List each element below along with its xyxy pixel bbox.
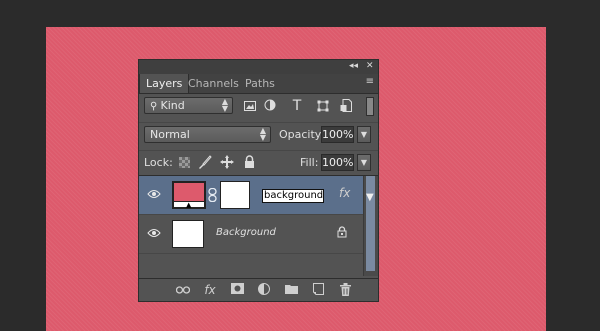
chevron-down-icon[interactable]: ▼: [366, 192, 374, 203]
fill-slider-button[interactable]: ▼: [357, 154, 371, 171]
layer-row-background[interactable]: Background: [139, 215, 364, 254]
layer-row-background-editing[interactable]: ▲ background fx: [139, 176, 364, 215]
panel-tabs: Layers Channels Paths ≡: [139, 74, 378, 94]
link-layers-icon[interactable]: [175, 283, 191, 297]
filter-kind-dropdown[interactable]: ⚲ Kind ▲ ▼: [144, 97, 233, 114]
adjustment-layer-icon[interactable]: [257, 283, 271, 297]
shape-filter-icon[interactable]: [316, 100, 330, 114]
tab-channels[interactable]: Channels: [182, 74, 245, 93]
search-icon: ⚲: [150, 101, 161, 112]
image-filter-icon[interactable]: [243, 100, 257, 114]
filter-kind-label: Kind: [160, 99, 185, 112]
chevron-updown-icon: ▲ ▼: [259, 126, 266, 142]
lock-row: Lock: Fill: 100% ▼: [139, 150, 378, 176]
opacity-slider-button[interactable]: ▼: [357, 126, 371, 143]
new-layer-icon[interactable]: [311, 283, 325, 297]
filter-row: ⚲ Kind ▲ ▼ T: [139, 94, 378, 120]
tab-paths[interactable]: Paths: [239, 74, 281, 93]
adjustment-filter-icon[interactable]: [263, 99, 277, 113]
delete-icon[interactable]: [338, 283, 352, 297]
eye-icon[interactable]: [147, 189, 161, 199]
blend-mode-dropdown[interactable]: Normal ▲ ▼: [144, 126, 271, 143]
layers-panel: ◂◂ ✕ Layers Channels Paths ≡ ⚲ Kind ▲ ▼ T…: [138, 59, 379, 302]
fill-input[interactable]: 100%: [321, 154, 354, 171]
collapse-panel-icon[interactable]: ◂◂: [349, 61, 358, 71]
layers-scrollbar[interactable]: ▼: [363, 176, 378, 276]
panel-title-bar: ◂◂ ✕: [139, 60, 378, 75]
scrollbar-thumb[interactable]: [366, 176, 375, 271]
layer-name-input[interactable]: background: [262, 189, 324, 203]
fill-label: Fill:: [300, 156, 319, 169]
new-group-icon[interactable]: [284, 283, 298, 297]
panel-menu-icon[interactable]: ≡: [366, 76, 374, 87]
opacity-input[interactable]: 100%: [321, 126, 354, 143]
lock-all-icon[interactable]: [244, 155, 255, 172]
fx-icon[interactable]: fx: [339, 186, 350, 200]
chevron-updown-icon: ▲ ▼: [221, 97, 228, 113]
fx-icon[interactable]: fx: [203, 283, 217, 297]
lock-icon: [337, 226, 349, 238]
layer-thumbnail[interactable]: [172, 220, 204, 248]
filter-toggle-icon[interactable]: [366, 97, 374, 116]
triangle-icon: ▲: [186, 201, 192, 209]
type-filter-icon[interactable]: T: [290, 99, 304, 113]
lock-label: Lock:: [144, 156, 173, 169]
lock-image-pixels-icon[interactable]: [198, 155, 212, 172]
lock-position-icon[interactable]: [220, 155, 234, 172]
layer-name[interactable]: Background: [216, 227, 276, 238]
blend-row: Normal ▲ ▼ Opacity: 100% ▼: [139, 122, 378, 147]
eye-icon[interactable]: [147, 228, 161, 238]
layer-thumbnail[interactable]: ▲: [172, 181, 206, 209]
lock-transparent-pixels-icon[interactable]: [179, 157, 190, 171]
add-mask-icon[interactable]: [230, 283, 244, 297]
link-icon[interactable]: [208, 187, 217, 205]
panel-bottom-toolbar: fx: [139, 278, 378, 301]
close-panel-icon[interactable]: ✕: [366, 61, 374, 71]
layer-mask-thumbnail[interactable]: [220, 181, 250, 209]
layers-list: ▲ background fx Background: [139, 176, 364, 276]
smart-object-filter-icon[interactable]: [339, 99, 353, 113]
opacity-label: Opacity:: [279, 128, 325, 141]
blend-mode-value: Normal: [150, 128, 190, 141]
